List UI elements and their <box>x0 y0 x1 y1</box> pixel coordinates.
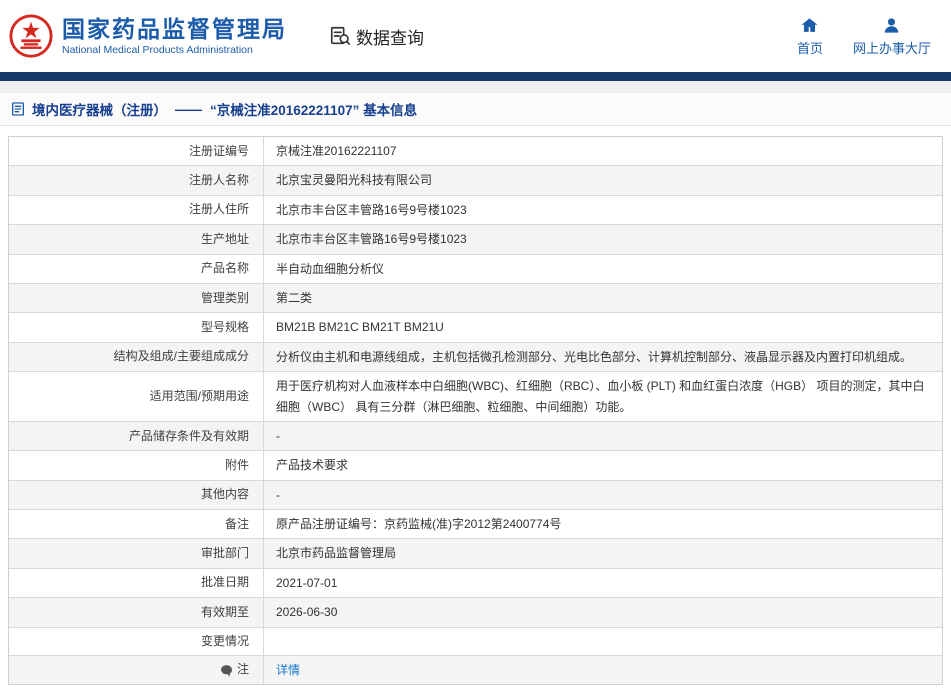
table-row: 产品储存条件及有效期- <box>9 422 942 451</box>
row-value: 京械注准20162221107 <box>264 137 942 165</box>
user-icon <box>882 16 901 35</box>
gray-strip <box>0 81 951 93</box>
site-title: 国家药品监督管理局 <box>62 16 287 42</box>
site-header: 国家药品监督管理局 National Medical Products Admi… <box>0 0 951 72</box>
table-row: 变更情况 <box>9 628 942 656</box>
breadcrumb: 境内医疗器械（注册） —— “京械注准20162221107” 基本信息 <box>32 99 417 119</box>
service-hall-label: 网上办事大厅 <box>853 38 931 57</box>
row-value: 用于医疗机构对人血液样本中白细胞(WBC)、红细胞（RBC）、血小板 (PLT)… <box>264 372 942 421</box>
logo-group: 国家药品监督管理局 National Medical Products Admi… <box>8 13 287 59</box>
row-value: 分析仪由主机和电源线组成，主机包括微孔检测部分、光电比色部分、计算机控制部分、液… <box>264 343 942 371</box>
table-row: 注册证编号京械注准20162221107 <box>9 137 942 166</box>
document-icon <box>10 101 26 117</box>
breadcrumb-detail: “京械注准20162221107” 基本信息 <box>210 99 417 119</box>
home-icon <box>800 16 819 35</box>
row-value: BM21B BM21C BM21T BM21U <box>264 313 942 341</box>
row-value: 北京市丰台区丰管路16号9号楼1023 <box>264 225 942 253</box>
row-label: 变更情况 <box>9 628 264 655</box>
table-row: 适用范围/预期用途用于医疗机构对人血液样本中白细胞(WBC)、红细胞（RBC）、… <box>9 372 942 422</box>
row-label: 附件 <box>9 451 264 479</box>
row-value: - <box>264 422 942 450</box>
table-row: 有效期至2026-06-30 <box>9 598 942 627</box>
table-row: 批准日期2021-07-01 <box>9 569 942 598</box>
row-label: 结构及组成/主要组成成分 <box>9 343 264 371</box>
nav-data-query[interactable]: 数据查询 <box>329 24 424 49</box>
table-row: 注详情 <box>9 656 942 684</box>
row-value: 北京宝灵曼阳光科技有限公司 <box>264 166 942 194</box>
row-value: 详情 <box>264 656 942 684</box>
row-label: 管理类别 <box>9 284 264 312</box>
title-block: 国家药品监督管理局 National Medical Products Admi… <box>62 16 287 57</box>
row-label: 其他内容 <box>9 481 264 509</box>
table-row: 注册人名称北京宝灵曼阳光科技有限公司 <box>9 166 942 195</box>
row-value: 2021-07-01 <box>264 569 942 597</box>
row-label: 备注 <box>9 510 264 538</box>
row-value <box>264 628 942 655</box>
row-label: 有效期至 <box>9 598 264 626</box>
table-row: 产品名称半自动血细胞分析仪 <box>9 255 942 284</box>
breadcrumb-separator: —— <box>175 102 202 117</box>
row-value: 第二类 <box>264 284 942 312</box>
national-emblem-logo <box>8 13 54 59</box>
detail-link[interactable]: 详情 <box>276 660 300 680</box>
row-label: 注 <box>9 656 264 684</box>
table-row: 生产地址北京市丰台区丰管路16号9号楼1023 <box>9 225 942 254</box>
row-value: - <box>264 481 942 509</box>
home-link[interactable]: 首页 <box>797 16 823 57</box>
table-row: 审批部门北京市药品监督管理局 <box>9 539 942 568</box>
site-subtitle: National Medical Products Administration <box>62 44 287 56</box>
row-value: 原产品注册证编号：京药监械(准)字2012第2400774号 <box>264 510 942 538</box>
note-icon <box>220 664 233 677</box>
table-row: 结构及组成/主要组成成分分析仪由主机和电源线组成，主机包括微孔检测部分、光电比色… <box>9 343 942 372</box>
row-label: 产品名称 <box>9 255 264 283</box>
table-row: 注册人住所北京市丰台区丰管路16号9号楼1023 <box>9 196 942 225</box>
row-value: 北京市丰台区丰管路16号9号楼1023 <box>264 196 942 224</box>
row-value: 2026-06-30 <box>264 598 942 626</box>
row-label: 适用范围/预期用途 <box>9 372 264 421</box>
row-label: 产品储存条件及有效期 <box>9 422 264 450</box>
row-label: 审批部门 <box>9 539 264 567</box>
table-row: 管理类别第二类 <box>9 284 942 313</box>
page: 国家药品监督管理局 National Medical Products Admi… <box>0 0 951 685</box>
row-label: 注册人住所 <box>9 196 264 224</box>
row-label: 注册证编号 <box>9 137 264 165</box>
row-value: 北京市药品监督管理局 <box>264 539 942 567</box>
row-label: 型号规格 <box>9 313 264 341</box>
header-links: 首页 网上办事大厅 <box>797 16 937 57</box>
row-label: 注册人名称 <box>9 166 264 194</box>
header-divider-bar <box>0 72 951 81</box>
breadcrumb-category[interactable]: 境内医疗器械（注册） <box>32 99 167 119</box>
data-query-icon <box>329 25 351 47</box>
service-hall-link[interactable]: 网上办事大厅 <box>853 16 931 57</box>
table-row: 附件产品技术要求 <box>9 451 942 480</box>
table-row: 备注原产品注册证编号：京药监械(准)字2012第2400774号 <box>9 510 942 539</box>
table-row: 其他内容- <box>9 481 942 510</box>
data-query-label: 数据查询 <box>356 24 424 49</box>
table-row: 型号规格BM21B BM21C BM21T BM21U <box>9 313 942 342</box>
registration-info-table: 注册证编号京械注准20162221107注册人名称北京宝灵曼阳光科技有限公司注册… <box>8 136 943 685</box>
row-value: 产品技术要求 <box>264 451 942 479</box>
row-label: 生产地址 <box>9 225 264 253</box>
home-label: 首页 <box>797 38 823 57</box>
breadcrumb-band: 境内医疗器械（注册） —— “京械注准20162221107” 基本信息 <box>0 93 951 126</box>
row-label: 批准日期 <box>9 569 264 597</box>
row-value: 半自动血细胞分析仪 <box>264 255 942 283</box>
